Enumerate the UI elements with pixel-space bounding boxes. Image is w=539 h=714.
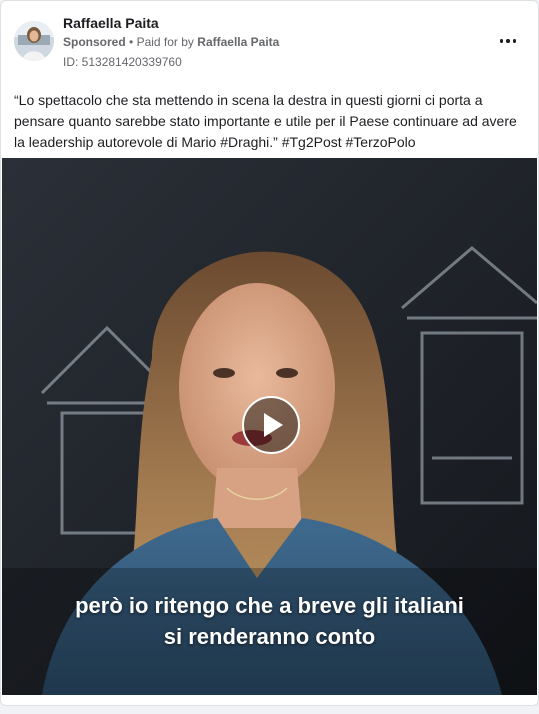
- page-name[interactable]: Raffaella Paita: [63, 15, 159, 31]
- more-options-icon: [499, 39, 504, 43]
- video-player[interactable]: però io ritengo che a breve gli italiani…: [2, 158, 537, 695]
- ad-header: Raffaella Paita Sponsored • Paid for by …: [1, 1, 538, 79]
- more-options-icon: [512, 39, 517, 43]
- video-caption: però io ritengo che a breve gli italiani…: [2, 590, 537, 652]
- more-options-icon: [506, 39, 510, 43]
- sponsored-label: Sponsored: [63, 35, 126, 49]
- paid-for-prefix: Paid for by: [136, 35, 194, 49]
- caption-line-2: si renderanno conto: [163, 624, 376, 649]
- play-icon: [264, 413, 283, 437]
- ad-card: Raffaella Paita Sponsored • Paid for by …: [0, 0, 539, 706]
- avatar-image: [14, 21, 54, 61]
- sponsor-line: Sponsored • Paid for by Raffaella Paita: [63, 35, 279, 49]
- ad-id: ID: 513281420339760: [63, 55, 182, 69]
- paid-for-name[interactable]: Raffaella Paita: [197, 35, 279, 49]
- caption-line-1: però io ritengo che a breve gli italiani: [75, 593, 464, 618]
- more-options-button[interactable]: [496, 31, 520, 51]
- ad-body-text: “Lo spettacolo che sta mettendo in scena…: [14, 92, 517, 150]
- avatar[interactable]: [14, 21, 54, 61]
- separator-dot: •: [129, 35, 134, 49]
- play-button[interactable]: [242, 396, 300, 454]
